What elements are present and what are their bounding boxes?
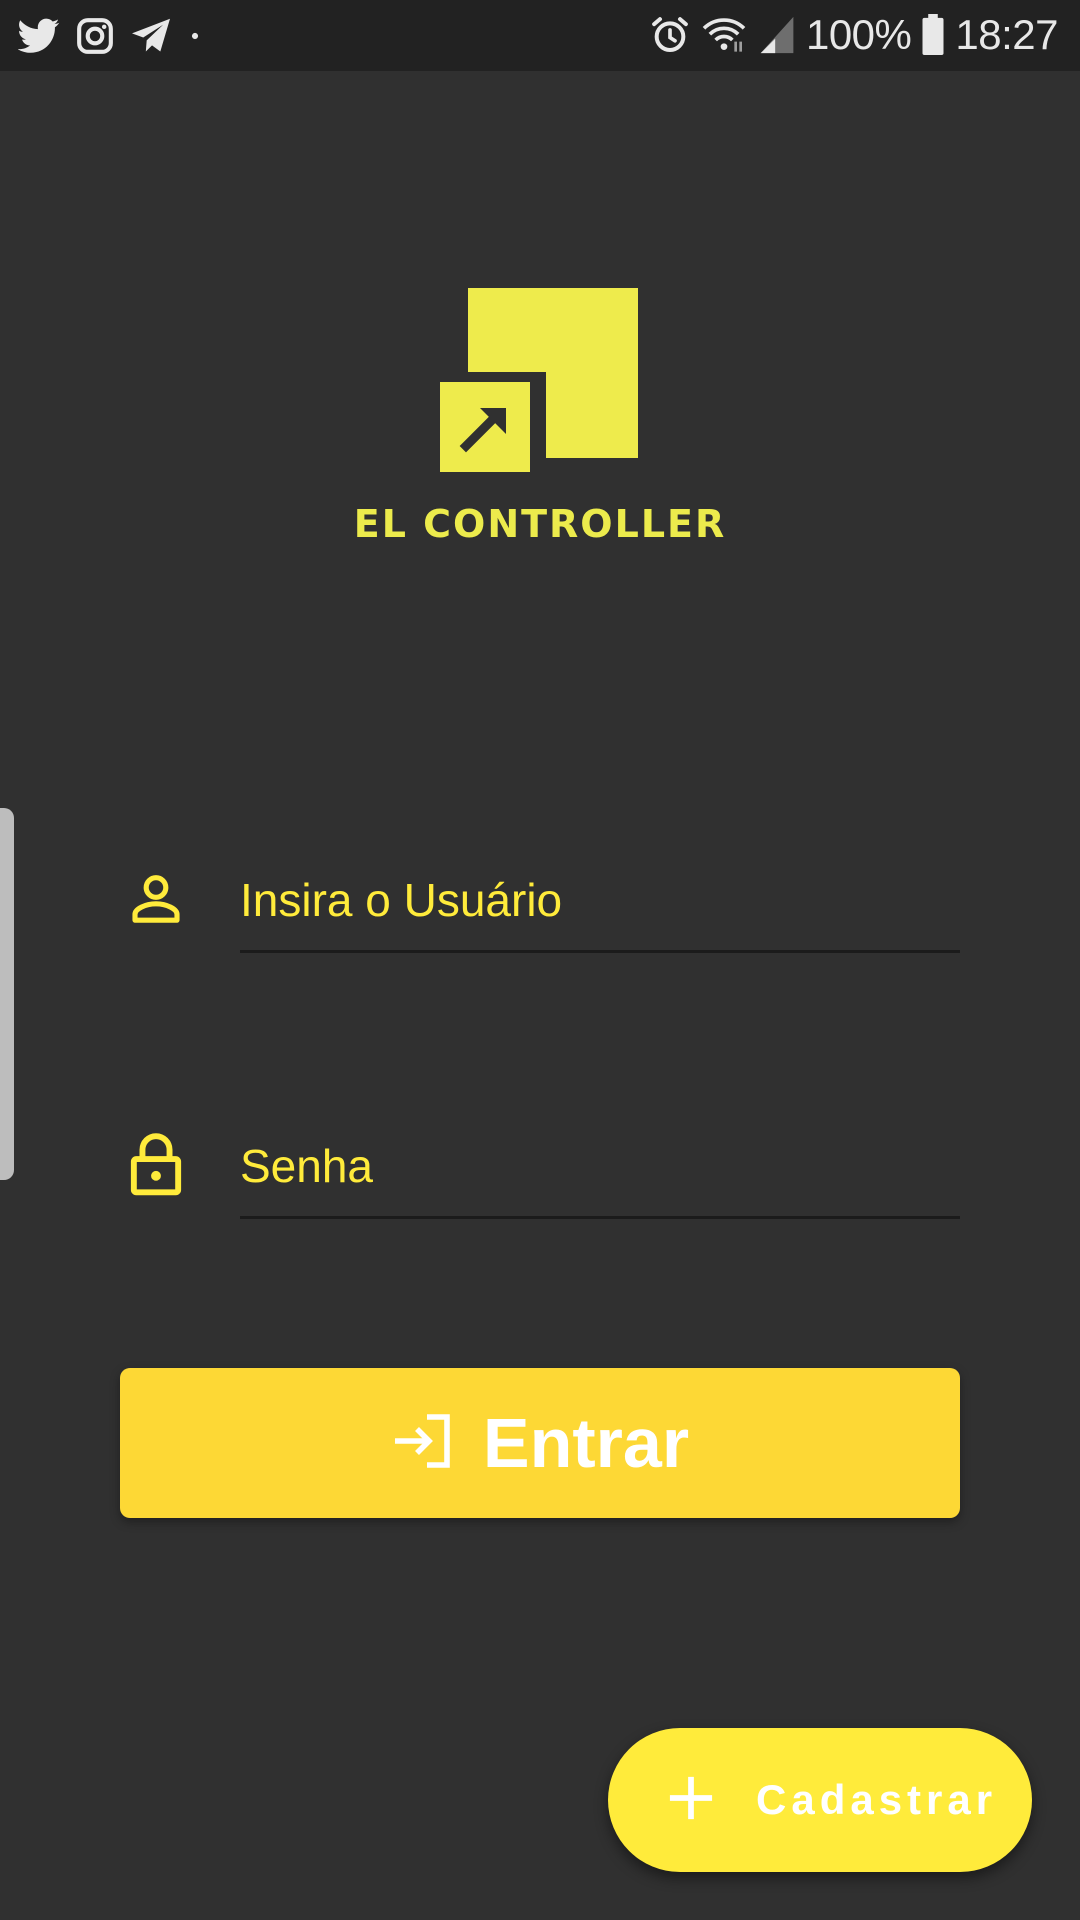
- logo-text: EL CONTROLLER: [353, 502, 727, 546]
- instagram-icon: [76, 17, 114, 55]
- battery-percent: 100%: [805, 11, 912, 58]
- login-button[interactable]: Entrar: [120, 1368, 960, 1518]
- wifi-icon: [700, 15, 748, 55]
- username-input[interactable]: [240, 832, 960, 950]
- register-fab[interactable]: Cadastrar: [608, 1728, 1032, 1872]
- notification-icons: [18, 14, 202, 58]
- app-logo: EL CONTROLLER: [0, 280, 1080, 560]
- battery-icon: [921, 14, 945, 56]
- person-icon: [120, 862, 192, 934]
- password-field: [120, 1098, 960, 1219]
- status-bar: 100% 18:27: [0, 0, 1080, 71]
- password-input[interactable]: [240, 1098, 960, 1216]
- login-icon: [391, 1411, 455, 1476]
- edge-panel-handle[interactable]: [0, 808, 14, 1180]
- telegram-icon: [130, 17, 172, 55]
- dot-icon: [188, 29, 202, 43]
- logo-mark-icon: [430, 288, 638, 488]
- alarm-icon: [650, 15, 690, 55]
- username-field: [120, 832, 960, 953]
- system-icons: 100% 18:27: [650, 10, 1058, 60]
- password-underline: [240, 1216, 960, 1219]
- clock: 18:27: [955, 11, 1058, 58]
- signal-icon: [758, 15, 796, 55]
- lock-icon: [120, 1128, 192, 1200]
- register-fab-label: Cadastrar: [756, 1776, 998, 1823]
- username-underline: [240, 950, 960, 953]
- twitter-icon: [18, 18, 60, 54]
- login-button-label: Entrar: [482, 1404, 690, 1482]
- plus-icon: [668, 1775, 714, 1826]
